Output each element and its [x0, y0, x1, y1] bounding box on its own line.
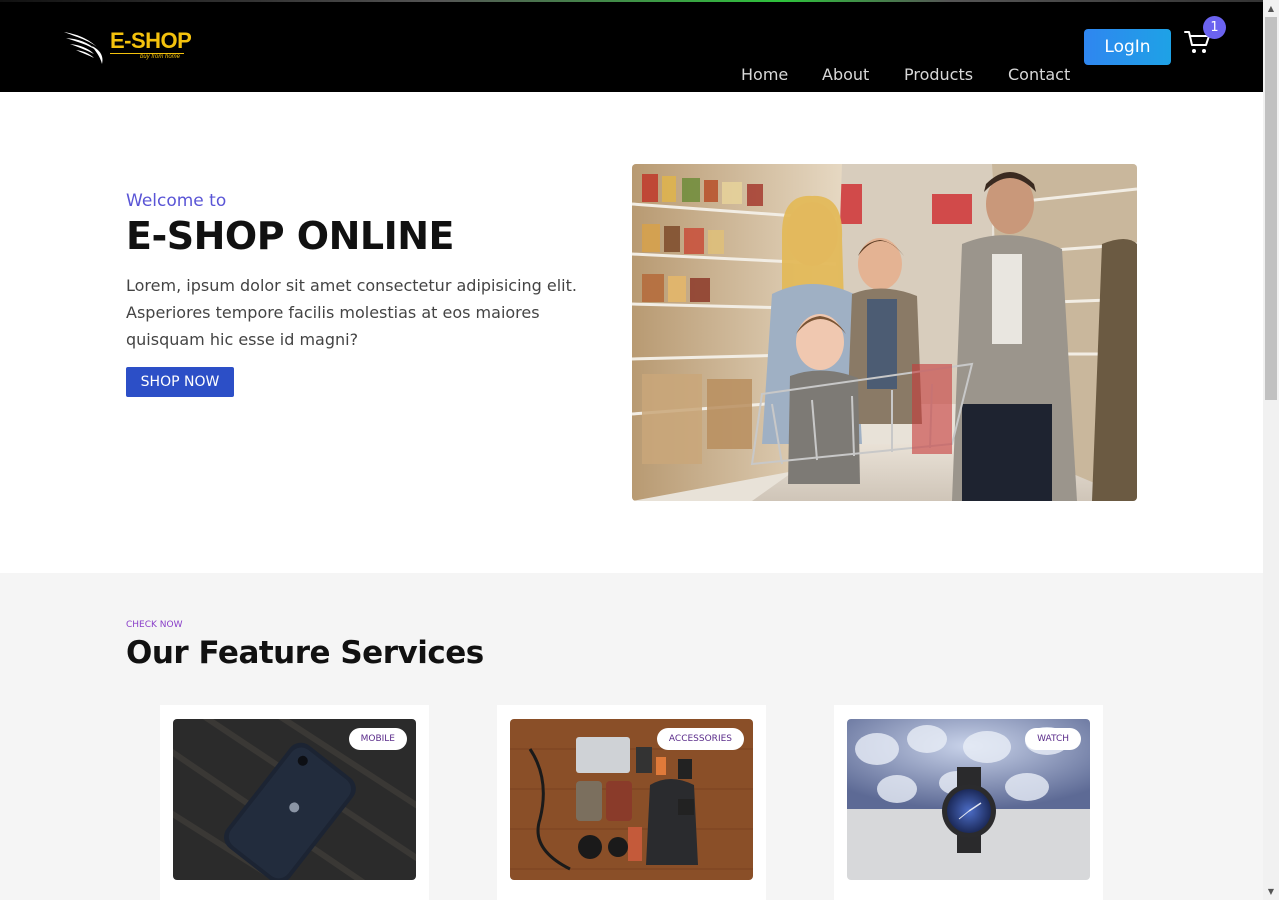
- service-card-mobile[interactable]: MOBILE: [160, 705, 429, 900]
- scroll-down-arrow-icon[interactable]: ▼: [1263, 883, 1279, 900]
- card-tag-mobile: MOBILE: [348, 728, 407, 750]
- brand-tagline: buy from home: [140, 54, 181, 60]
- page-scrollbar[interactable]: ▲ ▼: [1263, 0, 1279, 900]
- card-tag-accessories: ACCESSORIES: [656, 728, 744, 750]
- hero-description: Lorem, ipsum dolor sit amet consectetur …: [126, 276, 577, 349]
- services-eyebrow: CHECK NOW: [126, 620, 183, 630]
- brand-name: E-SHOP: [110, 28, 192, 53]
- card-image-watch: WATCH: [847, 719, 1090, 880]
- scrollbar-thumb[interactable]: [1265, 17, 1277, 400]
- nav-link-home[interactable]: Home: [741, 65, 788, 84]
- shop-now-button[interactable]: SHOP NOW: [126, 367, 234, 397]
- nav-link-about[interactable]: About: [822, 65, 869, 84]
- wing-icon: [64, 32, 103, 64]
- services-section: CHECK NOW Our Feature Services MOBILE AC…: [0, 573, 1263, 900]
- login-button[interactable]: LogIn: [1084, 29, 1171, 65]
- card-image-phone: MOBILE: [173, 719, 416, 880]
- service-card-watch[interactable]: WATCH: [834, 705, 1103, 900]
- service-card-accessories[interactable]: ACCESSORIES: [497, 705, 766, 900]
- hero-image-family-shopping: [632, 164, 1137, 501]
- hero-welcome: Welcome to: [126, 191, 227, 211]
- nav-link-products[interactable]: Products: [904, 65, 973, 84]
- navbar: E-SHOP buy from home Home About Products…: [0, 0, 1263, 92]
- card-image-accessories: ACCESSORIES: [510, 719, 753, 880]
- cart-count-badge: 1: [1203, 16, 1226, 39]
- services-title: Our Feature Services: [126, 635, 484, 671]
- nav-link-contact[interactable]: Contact: [1008, 65, 1070, 84]
- card-tag-watch: WATCH: [1025, 728, 1081, 750]
- hero-title: E-SHOP ONLINE: [126, 214, 455, 258]
- scroll-up-arrow-icon[interactable]: ▲: [1263, 0, 1279, 17]
- brand-logo[interactable]: E-SHOP buy from home: [62, 26, 192, 68]
- navbar-top-accent: [0, 0, 1263, 2]
- hero-section: Welcome to E-SHOP ONLINE Lorem, ipsum do…: [0, 92, 1263, 573]
